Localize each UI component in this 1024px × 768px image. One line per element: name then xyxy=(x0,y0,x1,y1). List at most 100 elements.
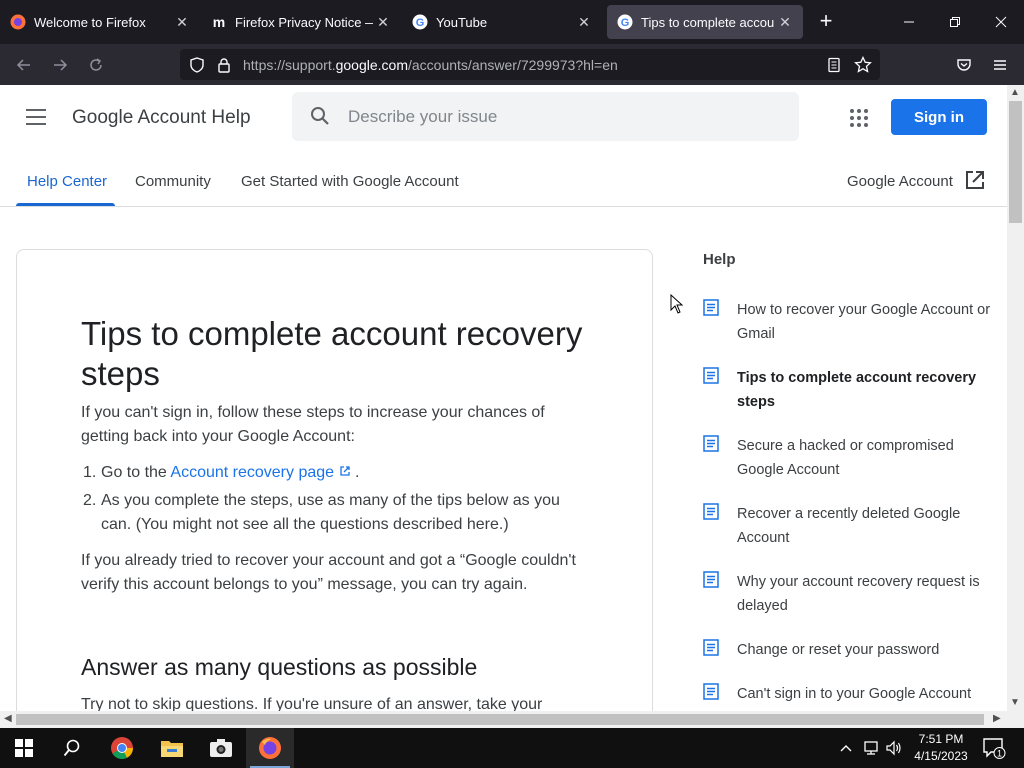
help-link-label[interactable]: How to recover your Google Account or Gm… xyxy=(737,298,993,346)
document-icon xyxy=(703,571,719,594)
vertical-scrollbar[interactable]: ▲ ▼ xyxy=(1007,85,1024,711)
search-icon[interactable] xyxy=(48,728,96,768)
browser-tab-active[interactable]: G Tips to complete account re ✕ xyxy=(607,5,803,39)
tab-title: Tips to complete account re xyxy=(641,14,775,30)
scrollbar-thumb[interactable] xyxy=(16,714,984,725)
mouse-cursor-icon xyxy=(670,293,684,319)
section-heading: Answer as many questions as possible xyxy=(81,654,478,680)
chrome-icon[interactable] xyxy=(98,728,146,768)
firefox-taskbar-icon[interactable] xyxy=(246,728,294,768)
start-button[interactable] xyxy=(0,728,48,768)
active-tab-indicator xyxy=(16,203,115,206)
help-sidebar-title: Help xyxy=(703,251,736,268)
forward-button[interactable] xyxy=(47,52,73,78)
document-icon xyxy=(703,503,719,526)
browser-nav-bar: https://support.google.com/accounts/answ… xyxy=(0,44,1024,85)
new-tab-button[interactable]: + xyxy=(814,10,838,34)
scrollbar-thumb[interactable] xyxy=(1009,101,1022,223)
google-account-link[interactable]: Google Account xyxy=(847,173,953,190)
help-link-label[interactable]: Secure a hacked or compromised Google Ac… xyxy=(737,434,993,482)
browser-tab[interactable]: G YouTube ✕ xyxy=(402,0,602,44)
help-link-label[interactable]: Tips to complete account recovery steps xyxy=(737,366,993,414)
section-text: Try not to skip questions. If you're uns… xyxy=(81,696,543,711)
list-item: 2. As you complete the steps, use as man… xyxy=(83,492,560,533)
svg-text:G: G xyxy=(621,17,630,29)
reload-button[interactable] xyxy=(83,52,109,78)
shield-icon[interactable] xyxy=(187,55,207,75)
browser-tab[interactable]: m Firefox Privacy Notice — M ✕ xyxy=(201,0,401,44)
google-apps-icon[interactable] xyxy=(850,109,868,127)
document-icon xyxy=(703,639,719,662)
article-intro: If you can't sign in, follow these steps… xyxy=(81,404,545,445)
restore-button[interactable] xyxy=(932,0,978,44)
close-tab-icon[interactable]: ✕ xyxy=(775,14,795,31)
network-icon[interactable] xyxy=(862,728,880,768)
url-bar[interactable]: https://support.google.com/accounts/answ… xyxy=(180,49,880,80)
help-link-label[interactable]: Why your account recovery request is del… xyxy=(737,570,993,618)
document-icon xyxy=(703,435,719,458)
external-link-icon xyxy=(339,466,350,476)
bookmark-star-icon[interactable] xyxy=(853,55,873,75)
tab-get-started[interactable]: Get Started with Google Account xyxy=(241,173,459,190)
external-link-icon[interactable] xyxy=(964,169,986,196)
list-item: 1. Go to the Account recovery page . xyxy=(83,464,360,481)
clock-time: 7:51 PM xyxy=(918,732,964,746)
file-explorer-icon[interactable] xyxy=(148,728,196,768)
account-recovery-link[interactable]: Account recovery page xyxy=(170,464,350,481)
minimize-button[interactable] xyxy=(886,0,932,44)
search-icon[interactable] xyxy=(310,106,330,131)
app-menu-icon[interactable] xyxy=(987,52,1013,78)
google-icon: G xyxy=(412,14,428,30)
help-link-label[interactable]: Recover a recently deleted Google Accoun… xyxy=(737,502,993,550)
steps-list: 1. Go to the Account recovery page . 2. … xyxy=(81,461,581,541)
scroll-left-icon[interactable]: ◀ xyxy=(4,713,12,724)
firefox-icon xyxy=(10,14,26,30)
mozilla-icon: m xyxy=(212,14,226,30)
camera-app-icon[interactable] xyxy=(197,728,245,768)
pocket-icon[interactable] xyxy=(951,52,977,78)
close-window-button[interactable] xyxy=(978,0,1024,44)
help-link-label[interactable]: Can't sign in to your Google Account xyxy=(737,682,993,706)
url-text[interactable]: https://support.google.com/accounts/answ… xyxy=(243,57,618,73)
horizontal-scrollbar[interactable]: ◀ ▶ xyxy=(0,711,1007,728)
scroll-right-icon[interactable]: ▶ xyxy=(993,713,1001,724)
system-clock[interactable]: 7:51 PM 4/15/2023 xyxy=(908,731,974,765)
close-tab-icon[interactable]: ✕ xyxy=(373,14,393,31)
notifications-icon[interactable]: 1 xyxy=(982,728,1006,768)
help-link-label[interactable]: Change or reset your password xyxy=(737,638,993,662)
tab-community[interactable]: Community xyxy=(135,173,211,190)
search-box[interactable] xyxy=(292,92,799,141)
tab-help-center[interactable]: Help Center xyxy=(27,173,107,190)
main-menu-icon[interactable] xyxy=(26,109,46,125)
sign-in-button[interactable]: Sign in xyxy=(891,99,987,135)
product-title[interactable]: Google Account Help xyxy=(72,107,251,129)
scrollbar-corner xyxy=(1007,711,1024,728)
retry-note: If you already tried to recover your acc… xyxy=(81,552,576,593)
close-tab-icon[interactable]: ✕ xyxy=(172,14,192,31)
clock-date: 4/15/2023 xyxy=(914,749,968,763)
tab-title: YouTube xyxy=(436,14,488,30)
windows-taskbar: 7:51 PM 4/15/2023 1 xyxy=(0,728,1024,768)
back-button[interactable] xyxy=(11,52,37,78)
scroll-down-icon[interactable]: ▼ xyxy=(1010,697,1020,708)
browser-tab-bar: Welcome to Firefox ✕ m Firefox Privacy N… xyxy=(0,0,1024,44)
chevron-up-icon[interactable] xyxy=(839,728,853,768)
article-title: Tips to complete account recovery steps xyxy=(81,315,583,392)
google-icon: G xyxy=(617,14,633,30)
article-card: Tips to complete account recovery steps … xyxy=(16,249,653,711)
help-center-nav: Help Center Community Get Started with G… xyxy=(0,157,1007,207)
close-tab-icon[interactable]: ✕ xyxy=(574,14,594,31)
document-icon xyxy=(703,299,719,322)
reader-view-icon[interactable] xyxy=(824,55,844,75)
document-icon xyxy=(703,683,719,706)
tab-title: Firefox Privacy Notice — M xyxy=(235,14,373,30)
browser-tab[interactable]: Welcome to Firefox ✕ xyxy=(0,0,200,44)
web-page: Google Account Help Sign in Help Center … xyxy=(0,85,1007,711)
lock-icon[interactable] xyxy=(214,55,234,75)
search-input[interactable] xyxy=(348,104,778,130)
svg-text:G: G xyxy=(416,17,425,29)
scroll-up-icon[interactable]: ▲ xyxy=(1010,87,1020,98)
tab-title: Welcome to Firefox xyxy=(34,14,146,30)
volume-icon[interactable] xyxy=(885,728,903,768)
document-icon xyxy=(703,367,719,390)
